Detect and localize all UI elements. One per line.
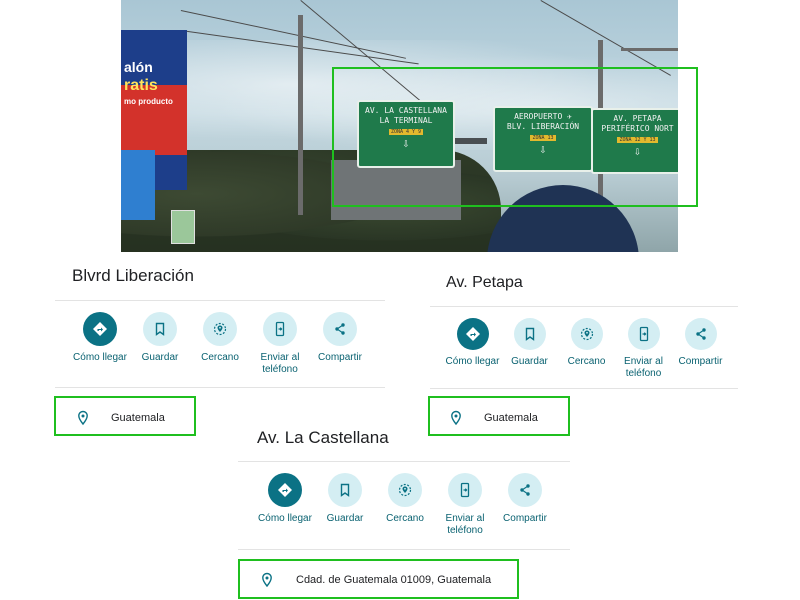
directions-button[interactable]: Cómo llegar: [255, 473, 315, 537]
bookmark-icon: [328, 473, 362, 507]
divider: [55, 300, 385, 301]
send-to-phone-icon: [263, 312, 297, 346]
save-label: Guardar: [511, 356, 548, 367]
nearby-label: Cercano: [567, 356, 606, 367]
place-title: Blvrd Liberación: [72, 266, 194, 285]
send-to-phone-icon: [448, 473, 482, 507]
billboard-text: mo producto: [124, 97, 173, 106]
bookmark-icon: [143, 312, 177, 346]
directions-icon: [456, 318, 489, 350]
share-label: Compartir: [678, 356, 723, 367]
nearby-label: Cercano: [386, 513, 424, 524]
send-to-phone-label: Enviar al teléfono: [445, 513, 485, 536]
billboard-text: ratis: [124, 77, 158, 94]
save-button[interactable]: Guardar: [315, 473, 375, 537]
nearby-icon: [388, 473, 422, 507]
billboard-panel: [121, 85, 187, 155]
signs-highlight-box: [332, 67, 698, 207]
directions-button[interactable]: Cómo llegar: [444, 318, 501, 380]
action-bar: Cómo llegar Guardar Cercano Enviar al te…: [444, 318, 729, 380]
divider: [238, 549, 570, 550]
share-button[interactable]: Compartir: [672, 318, 729, 380]
directions-button[interactable]: Cómo llegar: [70, 312, 130, 376]
directions-icon: [268, 473, 302, 507]
small-road-sign: [171, 210, 195, 244]
share-label: Compartir: [503, 513, 547, 524]
send-to-phone-button[interactable]: Enviar al teléfono: [435, 473, 495, 537]
share-label: Compartir: [318, 352, 362, 363]
utility-pole: [298, 15, 303, 215]
divider: [430, 388, 738, 389]
share-icon: [684, 318, 717, 350]
action-bar: Cómo llegar Guardar Cercano Enviar al te…: [70, 312, 370, 376]
location-highlight-box: [428, 396, 570, 436]
nearby-button[interactable]: Cercano: [375, 473, 435, 537]
street-light-arm: [621, 48, 678, 51]
nearby-icon: [203, 312, 237, 346]
place-title: Av. La Castellana: [257, 428, 389, 447]
send-to-phone-label: Enviar al teléfono: [260, 352, 300, 375]
save-label: Guardar: [141, 352, 179, 363]
location-highlight-box: [54, 396, 196, 436]
billboard: alón ratis mo producto: [121, 30, 187, 220]
share-icon: [323, 312, 357, 346]
divider: [238, 461, 570, 462]
directions-label: Cómo llegar: [445, 356, 500, 367]
bookmark-icon: [513, 318, 546, 350]
directions-label: Cómo llegar: [258, 513, 312, 524]
directions-label: Cómo llegar: [73, 352, 127, 363]
send-to-phone-label: Enviar al teléfono: [624, 356, 663, 379]
billboard-text: alón: [124, 59, 153, 75]
send-to-phone-icon: [627, 318, 660, 350]
place-title: Av. Petapa: [446, 274, 523, 291]
share-button[interactable]: Compartir: [495, 473, 555, 537]
billboard-panel: [121, 150, 155, 220]
nearby-button[interactable]: Cercano: [190, 312, 250, 376]
directions-icon: [83, 312, 117, 346]
save-button[interactable]: Guardar: [130, 312, 190, 376]
send-to-phone-button[interactable]: Enviar al teléfono: [615, 318, 672, 380]
divider: [55, 387, 385, 388]
send-to-phone-button[interactable]: Enviar al teléfono: [250, 312, 310, 376]
action-bar: Cómo llegar Guardar Cercano Enviar al te…: [255, 473, 555, 537]
location-highlight-box: [238, 559, 519, 599]
nearby-icon: [570, 318, 603, 350]
share-icon: [508, 473, 542, 507]
divider: [430, 306, 738, 307]
share-button[interactable]: Compartir: [310, 312, 370, 376]
save-label: Guardar: [326, 513, 364, 524]
nearby-label: Cercano: [201, 352, 239, 363]
save-button[interactable]: Guardar: [501, 318, 558, 380]
nearby-button[interactable]: Cercano: [558, 318, 615, 380]
